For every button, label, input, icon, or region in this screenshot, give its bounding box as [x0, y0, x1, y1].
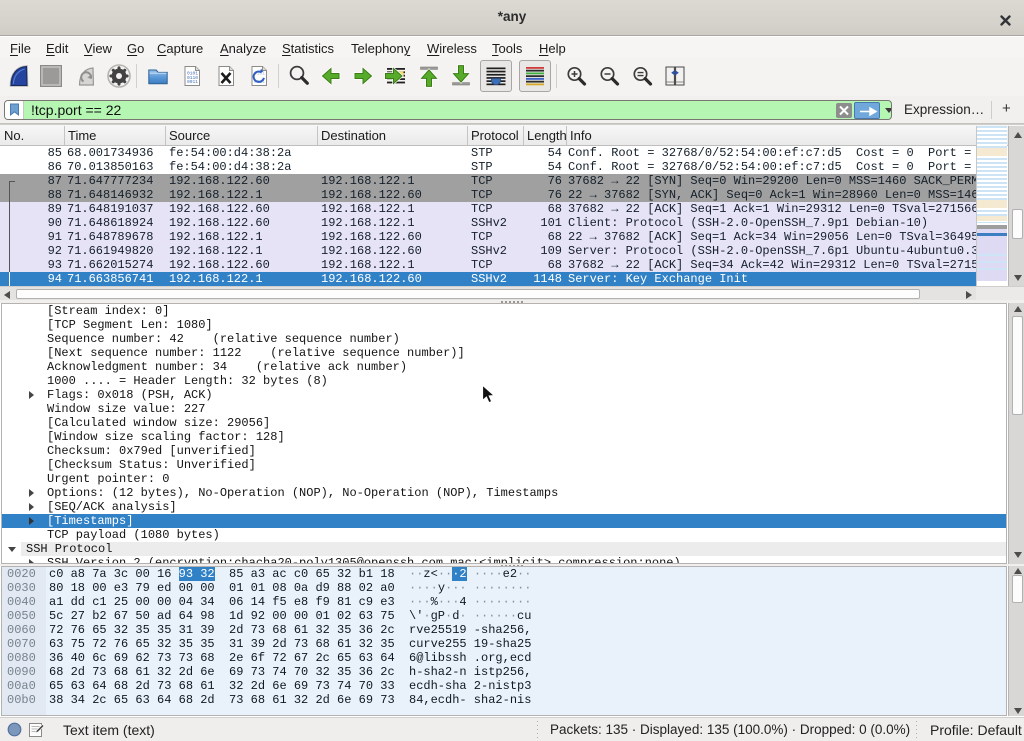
- svg-text:0011: 0011: [187, 79, 198, 85]
